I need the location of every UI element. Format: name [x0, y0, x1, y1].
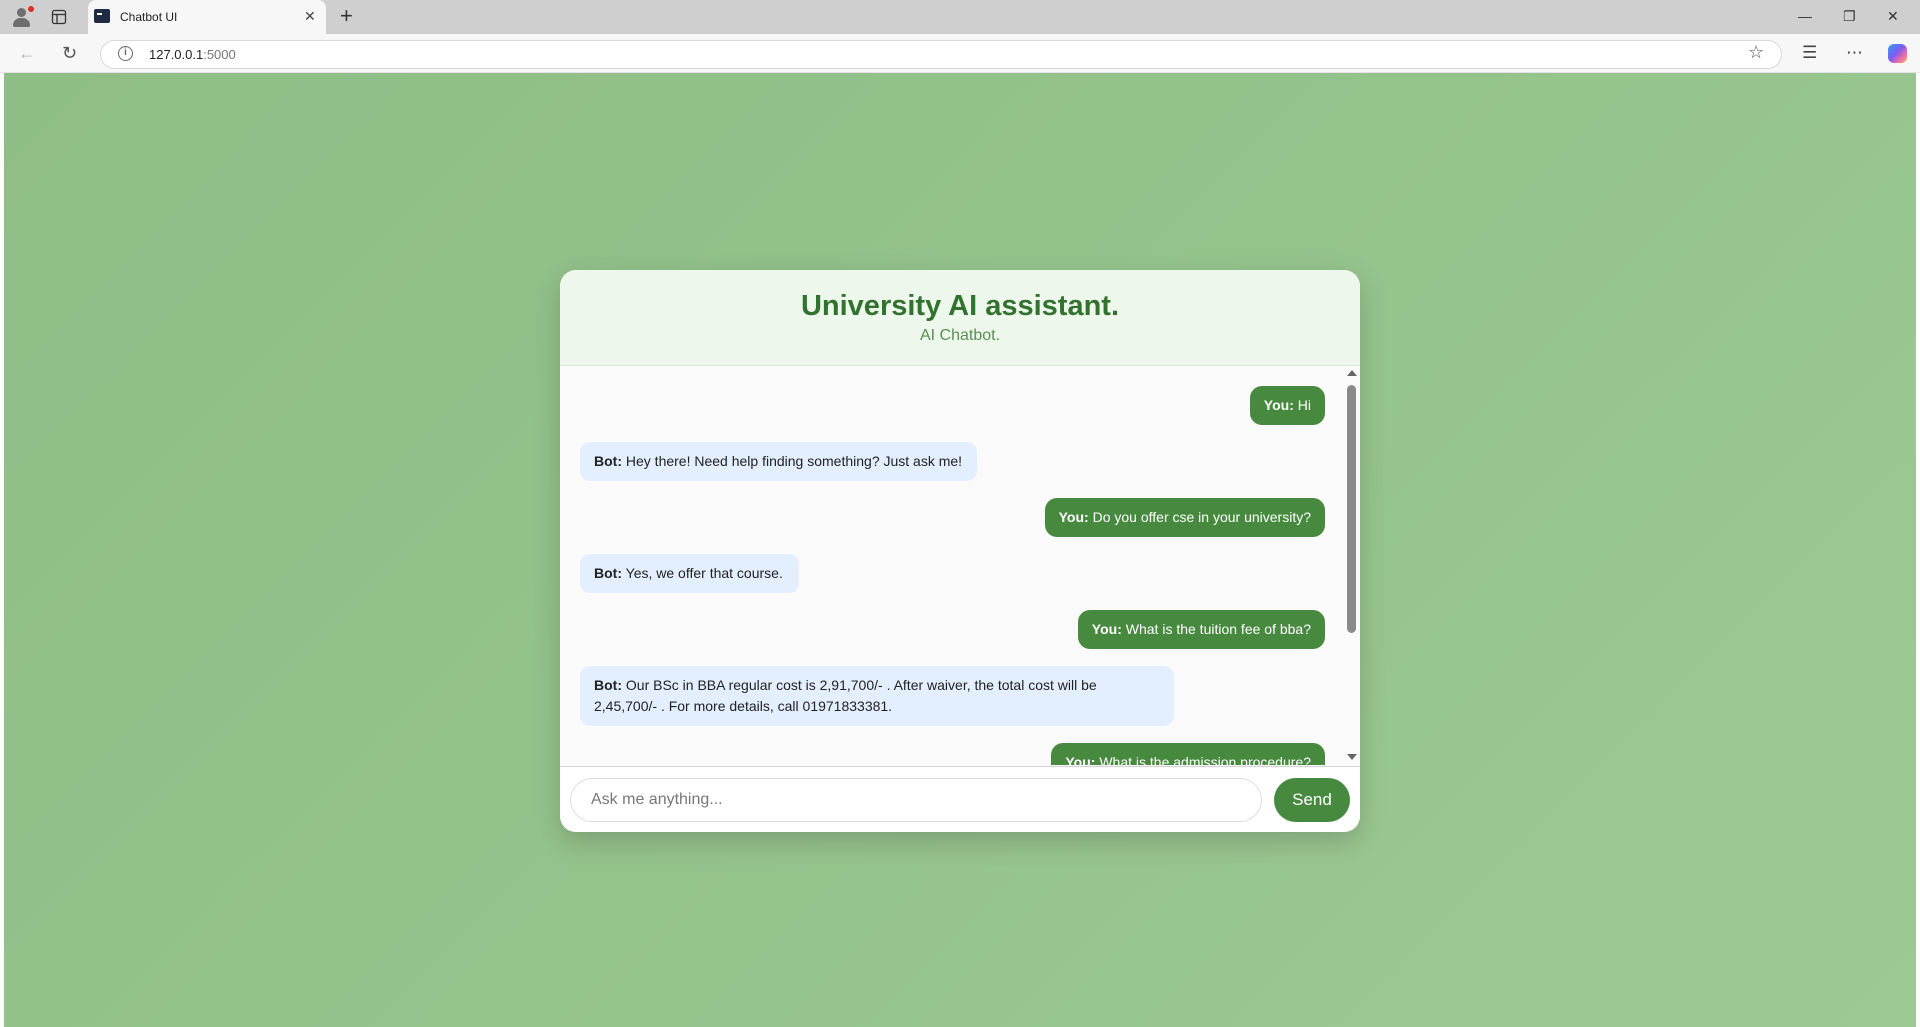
minimize-icon[interactable]: —	[1798, 8, 1812, 24]
terminal-icon	[94, 9, 110, 23]
send-button[interactable]: Send	[1274, 778, 1350, 822]
chat-input[interactable]	[570, 778, 1262, 822]
plus-icon[interactable]: +	[340, 4, 353, 28]
user-message: You: What is the tuition fee of bba?	[1077, 610, 1325, 649]
favorites-icon[interactable]: ☰	[1802, 43, 1817, 63]
tab-title: Chatbot UI	[120, 10, 178, 24]
chat-title: University AI assistant.	[800, 290, 1120, 322]
bot-message: Bot: Hey there! Need help finding someth…	[580, 442, 977, 481]
bot-message: Bot: Our BSc in BBA regular cost is 2,91…	[580, 666, 1174, 726]
scrollbar-thumb[interactable]	[1347, 385, 1356, 633]
reload-icon[interactable]: ↻	[62, 43, 77, 63]
url-text[interactable]: 127.0.0.1:5000	[149, 47, 236, 62]
user-message: You: What is the admission procedure?	[1051, 743, 1325, 765]
back-icon[interactable]: ←	[18, 43, 36, 63]
messages-scrollbar[interactable]	[1343, 367, 1360, 765]
chat-messages[interactable]: You: Hi Bot: Hey there! Need help findin…	[560, 367, 1360, 765]
user-message: You: Do you offer cse in your university…	[1044, 498, 1325, 537]
chat-container: University AI assistant. AI Chatbot. You…	[560, 270, 1360, 832]
scroll-up-arrow-icon[interactable]	[1347, 370, 1357, 376]
chat-input-area: Send	[560, 766, 1360, 832]
copilot-icon[interactable]	[1888, 44, 1907, 63]
more-icon[interactable]: ⋯	[1846, 43, 1863, 63]
profile-icon[interactable]	[11, 6, 34, 28]
address-bar[interactable]	[100, 40, 1782, 69]
star-icon[interactable]: ☆	[1748, 42, 1764, 63]
close-window-icon[interactable]: ✕	[1887, 8, 1899, 25]
tab-actions-icon[interactable]	[51, 9, 67, 25]
info-icon[interactable]: i	[118, 46, 133, 61]
restore-icon[interactable]: ❐	[1843, 8, 1856, 25]
chat-subtitle: AI Chatbot.	[919, 327, 1001, 344]
page-background: University AI assistant. AI Chatbot. You…	[4, 73, 1916, 1027]
close-icon[interactable]: ✕	[304, 8, 316, 25]
chat-header: University AI assistant. AI Chatbot.	[560, 270, 1360, 366]
user-message: You: Hi	[1249, 386, 1325, 425]
scroll-down-arrow-icon[interactable]	[1347, 754, 1357, 760]
bot-message: Bot: Yes, we offer that course.	[580, 554, 799, 593]
